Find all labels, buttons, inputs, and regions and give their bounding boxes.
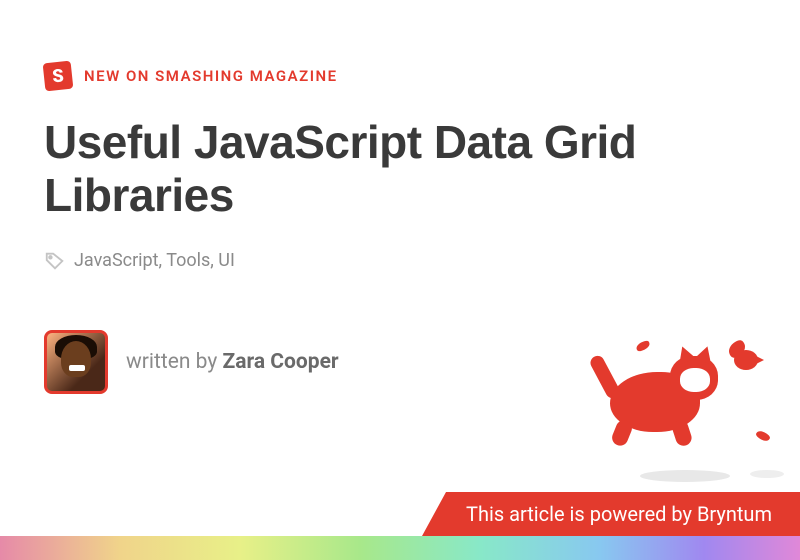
eyebrow-text: NEW ON SMASHING MAGAZINE <box>84 67 338 85</box>
sponsor-banner: This article is powered by Bryntum <box>422 492 800 536</box>
tag-icon <box>44 250 66 272</box>
article-card: S NEW ON SMASHING MAGAZINE Useful JavaSc… <box>0 0 800 560</box>
article-title: Useful JavaScript Data Grid Libraries <box>44 116 756 222</box>
tags-row: JavaScript, Tools, UI <box>44 250 756 272</box>
author-byline: written by Zara Cooper <box>126 350 339 374</box>
tags-list: JavaScript, Tools, UI <box>74 250 235 271</box>
author-avatar <box>44 330 108 394</box>
smashing-logo-icon: S <box>43 61 74 92</box>
sponsor-text: This article is powered by Bryntum <box>466 502 772 526</box>
logo-letter: S <box>51 65 64 87</box>
header-row: S NEW ON SMASHING MAGAZINE <box>44 62 756 90</box>
bird-icon <box>728 340 768 376</box>
rainbow-footer <box>0 536 800 560</box>
cat-shadow <box>640 470 730 482</box>
bird-shadow <box>750 470 784 478</box>
author-name: Zara Cooper <box>223 350 339 374</box>
cat-illustration-icon <box>596 334 776 464</box>
author-prefix: written by <box>126 350 223 374</box>
